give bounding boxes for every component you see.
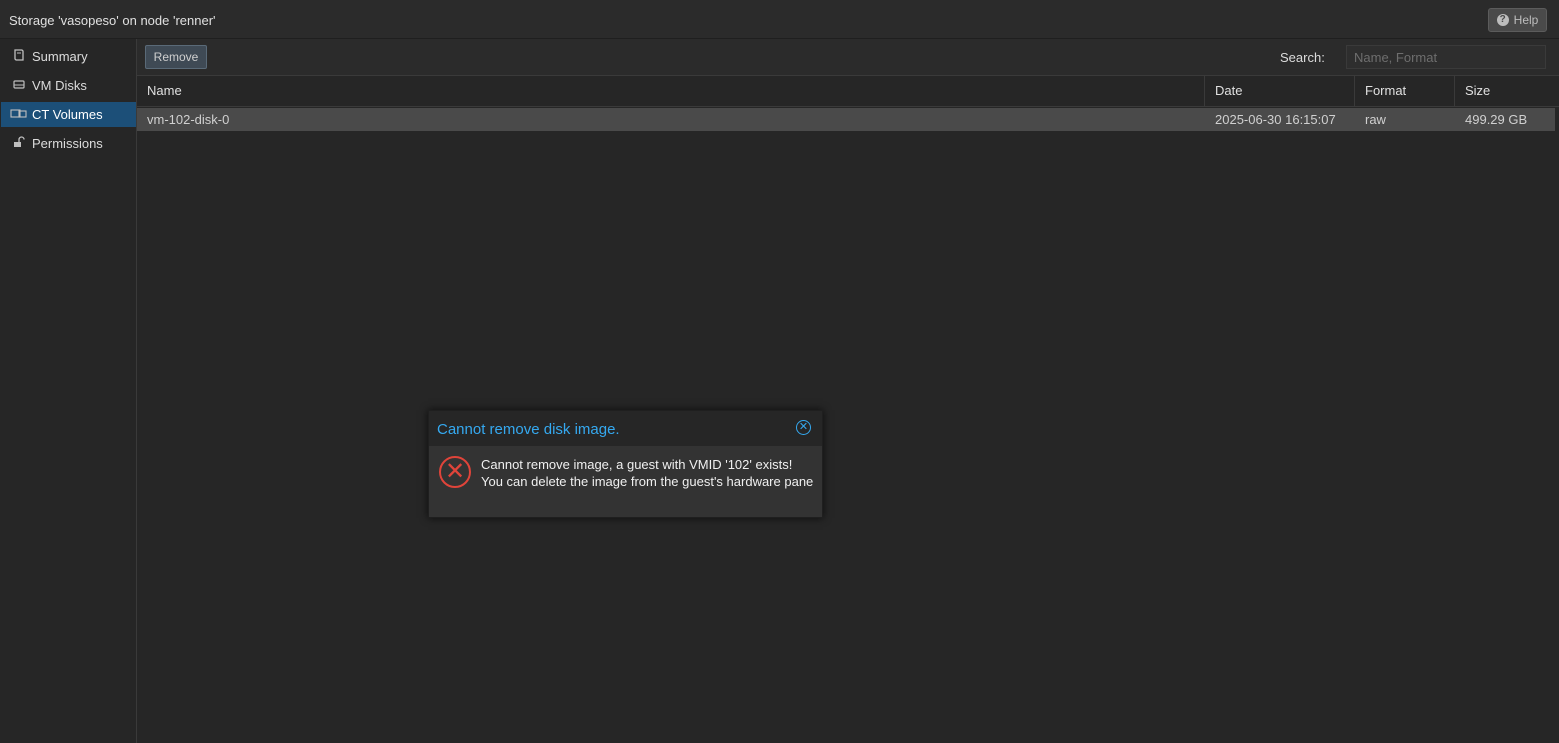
error-dialog: Cannot remove disk image. ✕ ✕ Cannot rem… — [428, 410, 823, 518]
cell-name: vm-102-disk-0 — [147, 112, 230, 127]
column-header-date[interactable]: Date — [1204, 76, 1354, 106]
search-input[interactable] — [1346, 45, 1546, 69]
sidebar-item-vm-disks[interactable]: VM Disks — [1, 73, 136, 98]
sidebar-item-label: Summary — [32, 49, 88, 64]
close-icon[interactable]: ✕ — [796, 420, 811, 435]
remove-button[interactable]: Remove — [145, 45, 207, 69]
search-label: Search: — [1280, 50, 1325, 65]
help-label: Help — [1513, 13, 1539, 27]
hdd-icon — [10, 78, 28, 93]
cell-size: 499.29 GB — [1465, 112, 1528, 127]
sidebar-item-summary[interactable]: Summary — [1, 44, 136, 69]
window-titlebar: Storage 'vasopeso' on node 'renner' ? He… — [0, 0, 1559, 39]
dialog-header: Cannot remove disk image. ✕ — [429, 411, 822, 446]
cell-format: raw — [1365, 112, 1386, 127]
column-header-format[interactable]: Format — [1354, 76, 1454, 106]
sidebar-item-permissions[interactable]: Permissions — [1, 131, 136, 156]
sidebar-item-label: VM Disks — [32, 78, 87, 93]
error-icon: ✕ — [439, 456, 471, 488]
help-button[interactable]: ? Help — [1488, 8, 1547, 32]
column-header-name[interactable]: Name — [137, 76, 1204, 106]
book-icon — [10, 49, 28, 64]
window-title: Storage 'vasopeso' on node 'renner' — [9, 13, 216, 28]
unlock-icon — [10, 136, 28, 151]
content-panel: Remove Search: Name Date Format Size vm-… — [137, 39, 1559, 743]
help-icon: ? — [1496, 14, 1509, 26]
toolbar: Remove Search: — [137, 39, 1559, 76]
dialog-title: Cannot remove disk image. — [437, 421, 620, 438]
table-row[interactable]: vm-102-disk-0 2025-06-30 16:15:07 raw 49… — [137, 108, 1555, 131]
dialog-message-line2: You can delete the image from the guest'… — [481, 474, 814, 489]
sidebar: Summary VM Disks CT Volumes Permissions — [0, 39, 137, 743]
sidebar-item-label: CT Volumes — [32, 107, 103, 122]
table-header: Name Date Format Size — [137, 76, 1559, 107]
ct-volumes-icon — [10, 107, 28, 122]
sidebar-item-label: Permissions — [32, 136, 103, 151]
dialog-message-line1: Cannot remove image, a guest with VMID '… — [481, 457, 793, 472]
sidebar-item-ct-volumes[interactable]: CT Volumes — [1, 102, 136, 127]
column-header-size[interactable]: Size — [1454, 76, 1555, 106]
cell-date: 2025-06-30 16:15:07 — [1215, 112, 1336, 127]
